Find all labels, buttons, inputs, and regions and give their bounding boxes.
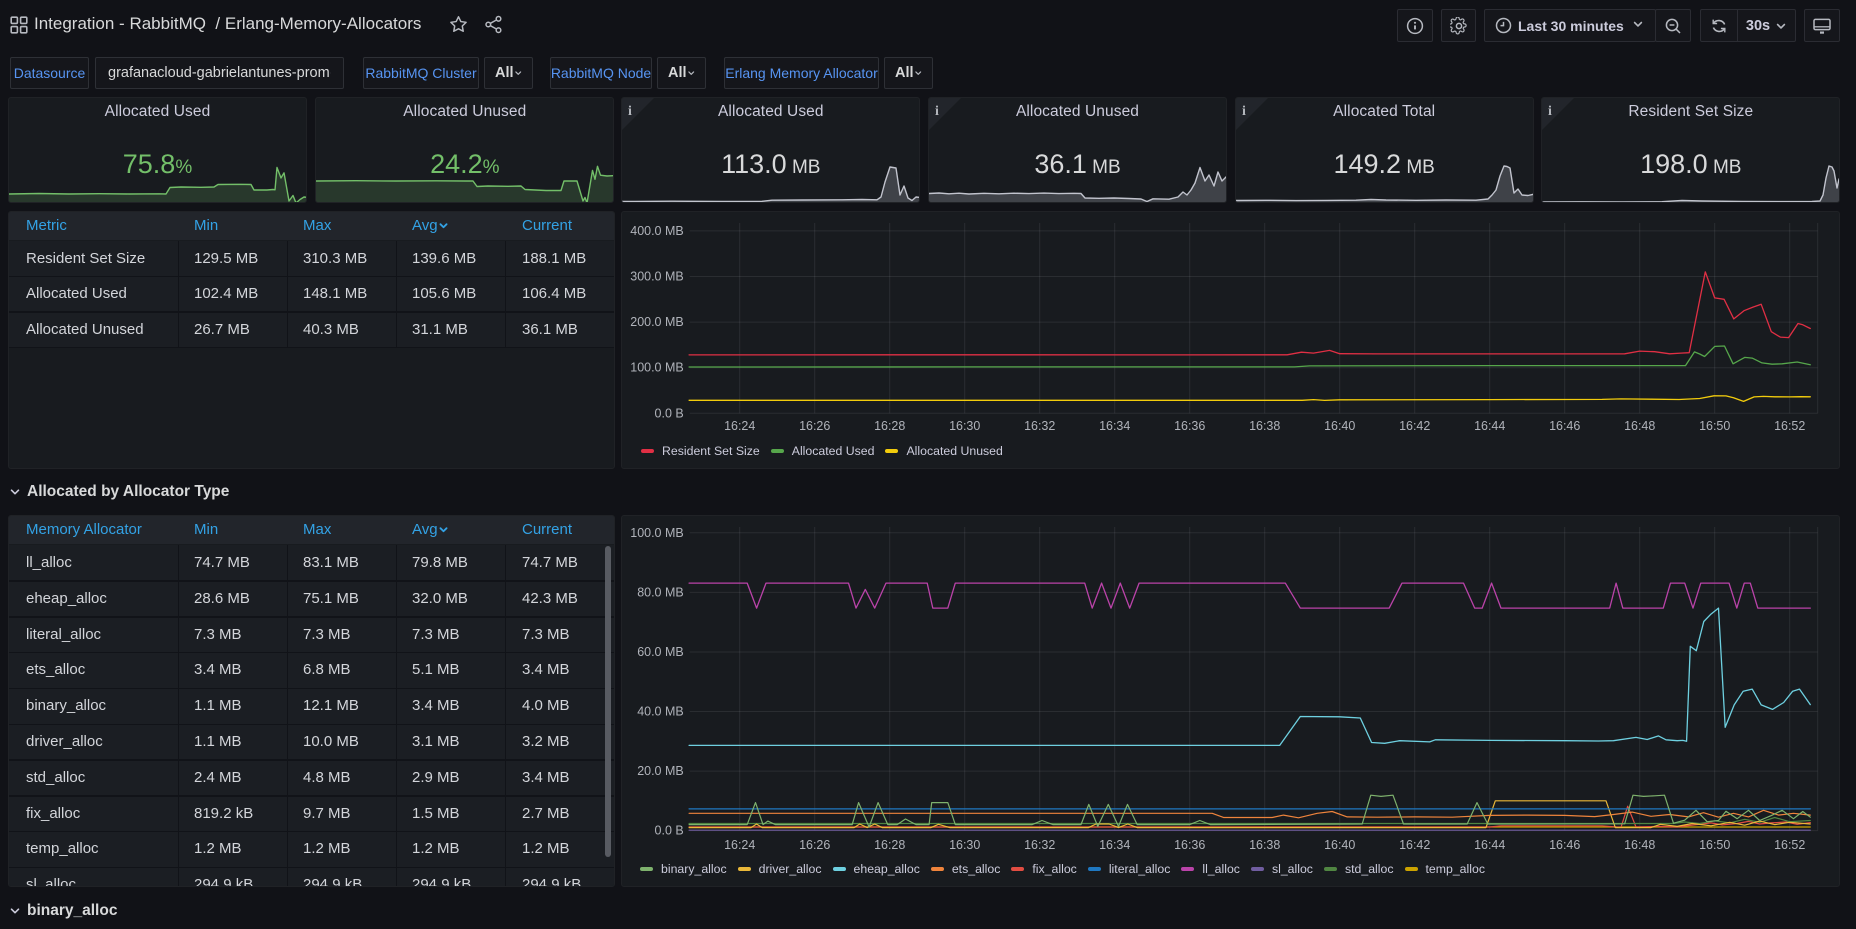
- svg-text:300.0 MB: 300.0 MB: [631, 269, 684, 283]
- svg-text:0.0 B: 0.0 B: [655, 823, 684, 837]
- svg-text:16:46: 16:46: [1549, 838, 1580, 852]
- svg-text:16:48: 16:48: [1624, 419, 1655, 433]
- svg-text:16:26: 16:26: [799, 419, 830, 433]
- svg-text:16:42: 16:42: [1399, 838, 1430, 852]
- svg-text:0.0 B: 0.0 B: [655, 406, 684, 420]
- svg-text:16:40: 16:40: [1324, 838, 1355, 852]
- svg-text:16:30: 16:30: [949, 419, 980, 433]
- svg-text:16:46: 16:46: [1549, 419, 1580, 433]
- svg-text:16:34: 16:34: [1099, 838, 1130, 852]
- svg-text:16:50: 16:50: [1699, 838, 1730, 852]
- svg-text:16:28: 16:28: [874, 838, 905, 852]
- svg-text:16:52: 16:52: [1774, 838, 1805, 852]
- svg-text:16:24: 16:24: [724, 419, 755, 433]
- svg-text:16:44: 16:44: [1474, 419, 1505, 433]
- svg-text:16:50: 16:50: [1699, 419, 1730, 433]
- svg-text:16:44: 16:44: [1474, 838, 1505, 852]
- svg-text:16:38: 16:38: [1249, 419, 1280, 433]
- svg-text:16:24: 16:24: [724, 838, 755, 852]
- svg-text:200.0 MB: 200.0 MB: [631, 315, 684, 329]
- svg-text:16:38: 16:38: [1249, 838, 1280, 852]
- svg-text:100.0 MB: 100.0 MB: [631, 360, 684, 374]
- svg-text:400.0 MB: 400.0 MB: [631, 224, 684, 238]
- svg-text:80.0 MB: 80.0 MB: [637, 585, 684, 599]
- svg-text:16:36: 16:36: [1174, 419, 1205, 433]
- svg-text:20.0 MB: 20.0 MB: [637, 764, 684, 778]
- svg-text:16:42: 16:42: [1399, 419, 1430, 433]
- svg-text:16:52: 16:52: [1774, 419, 1805, 433]
- svg-text:16:32: 16:32: [1024, 838, 1055, 852]
- svg-text:16:40: 16:40: [1324, 419, 1355, 433]
- svg-text:16:34: 16:34: [1099, 419, 1130, 433]
- svg-text:16:32: 16:32: [1024, 419, 1055, 433]
- svg-text:16:28: 16:28: [874, 419, 905, 433]
- svg-text:16:36: 16:36: [1174, 838, 1205, 852]
- svg-text:16:48: 16:48: [1624, 838, 1655, 852]
- svg-text:40.0 MB: 40.0 MB: [637, 704, 684, 718]
- svg-text:100.0 MB: 100.0 MB: [631, 525, 684, 539]
- svg-text:16:30: 16:30: [949, 838, 980, 852]
- svg-text:16:26: 16:26: [799, 838, 830, 852]
- svg-text:60.0 MB: 60.0 MB: [637, 645, 684, 659]
